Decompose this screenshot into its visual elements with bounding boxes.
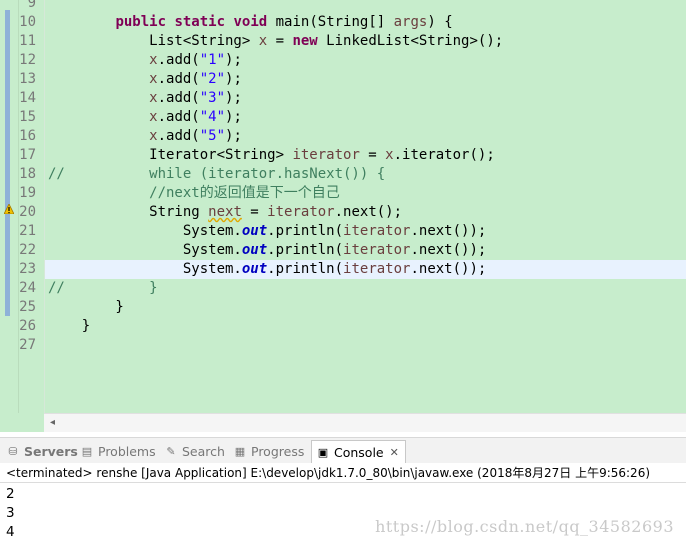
line-number: 13 <box>19 71 36 87</box>
console-output-line: 3 <box>6 505 15 521</box>
line-number: 23 <box>19 261 36 277</box>
line-number: 12 <box>19 52 36 68</box>
scroll-left-icon[interactable]: ◂ <box>50 417 55 428</box>
code-line[interactable]: 9 <box>0 0 686 13</box>
line-number: 22 <box>19 242 36 258</box>
code-text: String next = iterator.next(); <box>48 204 403 220</box>
tab-problems[interactable]: ▤ Problems <box>80 441 156 463</box>
console-status: <terminated> renshe [Java Application] E… <box>0 463 686 483</box>
code-line[interactable]: 24 // } <box>0 279 686 298</box>
code-line[interactable]: 15 x.add("4"); <box>0 108 686 127</box>
tab-console[interactable]: ▣ Console ✕ <box>311 440 406 465</box>
line-number: 18 <box>19 166 36 182</box>
code-line[interactable]: 26 } <box>0 317 686 336</box>
line-number: 27 <box>19 337 36 353</box>
code-text: x.add("4"); <box>149 109 242 125</box>
line-number: 21 <box>19 223 36 239</box>
line-number: 25 <box>19 299 36 315</box>
tab-label: Progress <box>251 444 305 459</box>
tab-label: Search <box>182 444 225 459</box>
search-icon: ✎ <box>166 445 176 458</box>
code-editor[interactable]: 9 10 public static void main(String[] arg… <box>0 0 686 432</box>
code-line[interactable]: 19 //next的返回值是下一个自己 <box>0 184 686 203</box>
code-line[interactable]: 20 String next = iterator.next(); <box>0 203 686 222</box>
line-number: 26 <box>19 318 36 334</box>
servers-icon: ⛁ <box>8 445 18 458</box>
code-line[interactable]: 16 x.add("5"); <box>0 127 686 146</box>
code-line[interactable]: 22 System.out.println(iterator.next()); <box>0 241 686 260</box>
tab-progress[interactable]: ▦ Progress <box>233 441 305 463</box>
line-number: 16 <box>19 128 36 144</box>
code-text: x.add("3"); <box>149 90 242 106</box>
code-line[interactable]: 23 System.out.println(iterator.next()); <box>0 260 686 279</box>
code-line[interactable]: 17 Iterator<String> iterator = x.iterato… <box>0 146 686 165</box>
code-line[interactable]: 10 public static void main(String[] args… <box>0 13 686 32</box>
watermark: https://blog.csdn.net/qq_34582693 <box>375 517 674 536</box>
code-text: } <box>48 299 124 315</box>
code-text: public static void main(String[] args) { <box>115 14 453 30</box>
code-line[interactable]: 18 // while (iterator.hasNext()) { <box>0 165 686 184</box>
close-icon[interactable]: ✕ <box>390 442 399 464</box>
horizontal-scrollbar[interactable]: ◂ <box>44 413 686 432</box>
line-number: 11 <box>19 33 36 49</box>
code-line[interactable]: 12 x.add("1"); <box>0 51 686 70</box>
code-text: System.out.println(iterator.next()); <box>48 261 487 277</box>
line-number: 9 <box>27 0 36 11</box>
code-text: //next的返回值是下一个自己 <box>48 185 340 201</box>
code-text: // while (iterator.hasNext()) { <box>48 166 386 182</box>
tab-search[interactable]: ✎ Search <box>164 441 225 463</box>
code-text: x.add("5"); <box>149 128 242 144</box>
console-output-line: 4 <box>6 524 15 540</box>
code-text: // } <box>48 280 158 296</box>
code-line[interactable]: 14 x.add("3"); <box>0 89 686 108</box>
code-text: x.add("2"); <box>149 71 242 87</box>
code-line[interactable]: 27 <box>0 336 686 355</box>
code-line[interactable]: 13 x.add("2"); <box>0 70 686 89</box>
code-line[interactable]: 21 System.out.println(iterator.next()); <box>0 222 686 241</box>
line-number: 20 <box>19 204 36 220</box>
code-text: x.add("1"); <box>149 52 242 68</box>
line-number: 17 <box>19 147 36 163</box>
code-text: System.out.println(iterator.next()); <box>48 242 487 258</box>
console-icon: ▣ <box>317 446 329 459</box>
line-number: 10 <box>19 14 36 30</box>
problems-icon: ▤ <box>81 445 93 458</box>
tab-servers[interactable]: ⛁ Servers <box>6 441 78 463</box>
progress-icon: ▦ <box>234 445 246 458</box>
code-text: } <box>48 318 91 334</box>
warning-icon[interactable] <box>4 204 14 214</box>
code-text: Iterator<String> iterator = x.iterator()… <box>48 147 495 163</box>
tab-label: Servers <box>24 444 78 459</box>
code-text: List<String> x = new LinkedList<String>(… <box>48 33 504 49</box>
console-output[interactable]: 2 3 4 <box>6 485 15 542</box>
line-number: 15 <box>19 109 36 125</box>
line-number: 24 <box>19 280 36 296</box>
view-tab-bar: ⛁ Servers ▤ Problems ✎ Search ▦ Progress ▣ Consol… <box>0 437 686 465</box>
line-number: 19 <box>19 185 36 201</box>
code-text: System.out.println(iterator.next()); <box>48 223 487 239</box>
code-line[interactable]: 25 } <box>0 298 686 317</box>
line-number: 14 <box>19 90 36 106</box>
tab-label: Console <box>334 445 384 460</box>
tab-label: Problems <box>98 444 156 459</box>
console-output-line: 2 <box>6 486 15 502</box>
code-line[interactable]: 11 List<String> x = new LinkedList<Strin… <box>0 32 686 51</box>
